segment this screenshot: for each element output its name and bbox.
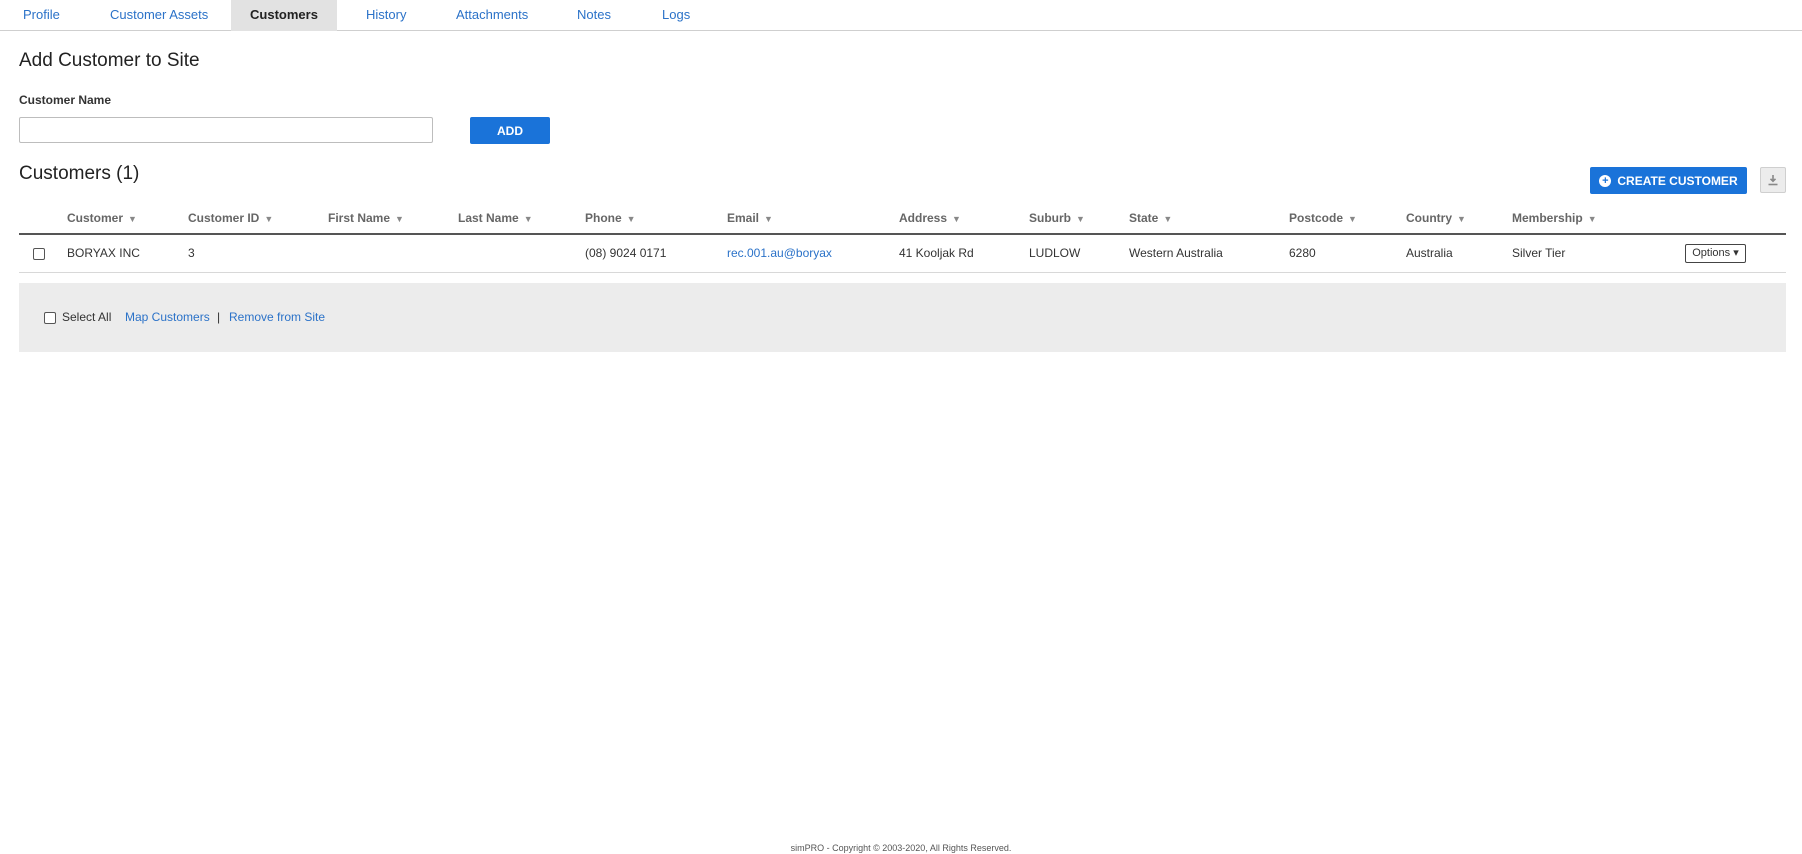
add-button[interactable]: ADD: [470, 117, 550, 144]
download-icon: [1768, 175, 1778, 186]
table-header: Customer ▼ Customer ID ▼ First Name ▼ Last …: [19, 203, 1786, 235]
link-separator: |: [217, 310, 221, 324]
tab-customers[interactable]: Customers: [231, 0, 337, 31]
tab-bar: Profile Customer Assets Customers Histor…: [0, 0, 1802, 31]
plus-circle-icon: +: [1599, 174, 1612, 187]
col-email[interactable]: Email ▼: [727, 203, 773, 233]
sort-arrow-icon: ▼: [1348, 214, 1357, 224]
add-customer-title: Add Customer to Site: [19, 50, 200, 71]
tab-history[interactable]: History: [366, 0, 406, 31]
tab-notes[interactable]: Notes: [577, 0, 611, 31]
customers-table: Customer ▼ Customer ID ▼ First Name ▼ Last …: [19, 203, 1786, 273]
cell-suburb: LUDLOW: [1029, 246, 1081, 260]
cell-customer: BORYAX INC: [67, 246, 140, 260]
customer-name-label: Customer Name: [19, 93, 112, 107]
tab-logs[interactable]: Logs: [662, 0, 690, 31]
sort-arrow-icon: ▼: [395, 214, 404, 224]
options-dropdown[interactable]: Options ▾: [1685, 244, 1746, 263]
sort-arrow-icon: ▼: [626, 214, 636, 224]
sort-arrow-icon: ▼: [1457, 214, 1466, 224]
col-phone[interactable]: Phone ▼: [585, 203, 636, 233]
col-country[interactable]: Country ▼: [1406, 203, 1466, 233]
sort-arrow-icon: ▼: [128, 214, 137, 224]
col-first-name[interactable]: First Name ▼: [328, 203, 404, 233]
row-checkbox[interactable]: [33, 247, 45, 260]
email-link[interactable]: rec.001.au@boryax: [727, 246, 832, 260]
bulk-actions-bar: Select All Map Customers | Remove from S…: [19, 283, 1786, 352]
cell-address: 41 Kooljak Rd: [899, 246, 974, 260]
cell-phone: (08) 9024 0171: [585, 246, 667, 260]
tab-customer-assets[interactable]: Customer Assets: [110, 0, 208, 31]
sort-arrow-icon: ▼: [1163, 214, 1173, 224]
col-last-name[interactable]: Last Name ▼: [458, 203, 533, 233]
select-all-checkbox[interactable]: [44, 311, 56, 324]
sort-arrow-icon: ▼: [952, 214, 961, 224]
col-address[interactable]: Address ▼: [899, 203, 961, 233]
col-suburb[interactable]: Suburb ▼: [1029, 203, 1085, 233]
select-all-control[interactable]: Select All: [44, 283, 111, 352]
sort-arrow-icon: ▼: [264, 214, 274, 224]
select-all-label: Select All: [62, 310, 112, 324]
sort-arrow-icon: ▼: [1076, 214, 1085, 224]
tab-attachments[interactable]: Attachments: [456, 0, 528, 31]
col-customer-id[interactable]: Customer ID ▼: [188, 203, 273, 233]
download-button[interactable]: [1760, 167, 1786, 193]
tab-profile[interactable]: Profile: [23, 0, 60, 31]
cell-postcode: 6280: [1289, 246, 1316, 260]
table-row: BORYAX INC 3 (08) 9024 0171 rec.001.au@b…: [19, 235, 1786, 273]
cell-country: Australia: [1406, 246, 1453, 260]
customer-name-input[interactable]: [19, 117, 433, 143]
customers-title: Customers (1): [19, 163, 140, 184]
cell-customer-id: 3: [188, 246, 195, 260]
create-customer-label: CREATE CUSTOMER: [1617, 173, 1738, 188]
col-membership[interactable]: Membership ▼: [1512, 203, 1597, 233]
col-customer[interactable]: Customer ▼: [67, 203, 137, 233]
sort-arrow-icon: ▼: [764, 214, 773, 224]
cell-membership: Silver Tier: [1512, 246, 1566, 260]
row-checkbox-cell: [33, 235, 45, 272]
cell-state: Western Australia: [1129, 246, 1223, 260]
sort-arrow-icon: ▼: [523, 214, 533, 224]
col-postcode[interactable]: Postcode ▼: [1289, 203, 1357, 233]
remove-from-site-link[interactable]: Remove from Site: [229, 283, 325, 352]
copyright: simPRO - Copyright © 2003-2020, All Righ…: [790, 843, 1012, 853]
sort-arrow-icon: ▼: [1587, 214, 1597, 224]
create-customer-button[interactable]: + CREATE CUSTOMER: [1590, 167, 1747, 194]
col-state[interactable]: State ▼: [1129, 203, 1172, 233]
cell-email: rec.001.au@boryax: [727, 235, 832, 272]
map-customers-link[interactable]: Map Customers: [125, 283, 210, 352]
